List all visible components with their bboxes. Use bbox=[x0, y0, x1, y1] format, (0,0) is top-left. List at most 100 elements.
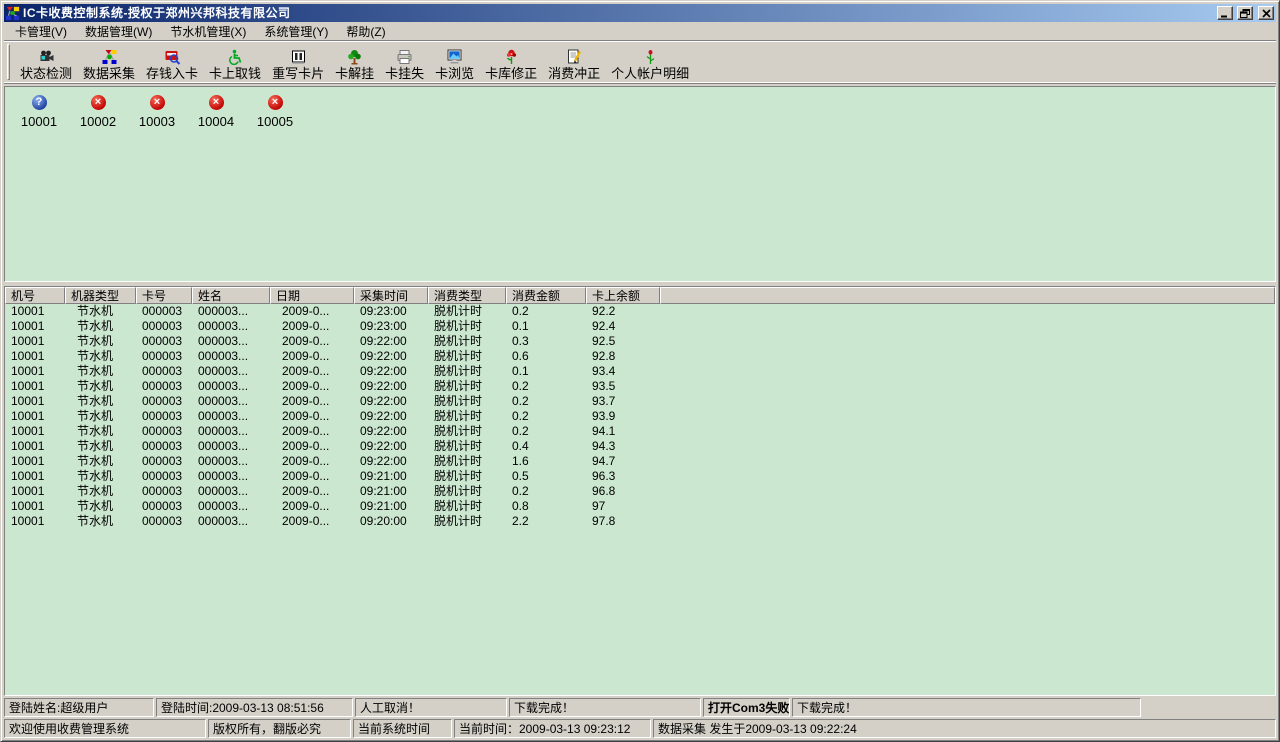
table-row[interactable]: 10001 节水机 000003 000003... 2009-0... 09:… bbox=[5, 424, 1275, 439]
cell-filler bbox=[660, 349, 1275, 364]
table-row[interactable]: 10001 节水机 000003 000003... 2009-0... 09:… bbox=[5, 439, 1275, 454]
header-cell-consume-type[interactable]: 消费类型 bbox=[428, 287, 506, 304]
menu-item[interactable]: 卡管理(V) bbox=[6, 21, 76, 42]
toolbar-button[interactable]: 个人帐户明细 bbox=[606, 42, 694, 82]
cell-consume-amount: 0.5 bbox=[506, 469, 586, 484]
device-status-icon bbox=[150, 95, 165, 110]
cell-card-balance: 93.9 bbox=[586, 409, 660, 424]
toolbar-button[interactable]: 消费冲正 bbox=[543, 42, 605, 82]
cell-consume-type: 脱机计时 bbox=[428, 409, 506, 424]
cell-machine-no: 10001 bbox=[5, 364, 65, 379]
toolbar-button[interactable]: 重写卡片 bbox=[267, 42, 329, 82]
table-row[interactable]: 10001 节水机 000003 000003... 2009-0... 09:… bbox=[5, 349, 1275, 364]
cell-date: 2009-0... bbox=[270, 334, 354, 349]
cell-date: 2009-0... bbox=[270, 319, 354, 334]
toolbar-button[interactable]: 卡上取钱 bbox=[204, 42, 266, 82]
table-row[interactable]: 10001 节水机 000003 000003... 2009-0... 09:… bbox=[5, 334, 1275, 349]
cell-machine-no: 10001 bbox=[5, 469, 65, 484]
status-panel: 当前系统时间 bbox=[353, 719, 452, 738]
restore-button[interactable] bbox=[1237, 6, 1253, 20]
menu-item[interactable]: 数据管理(W) bbox=[76, 21, 161, 42]
cell-name: 000003... bbox=[192, 334, 270, 349]
cell-consume-amount: 0.3 bbox=[506, 334, 586, 349]
cell-consume-type: 脱机计时 bbox=[428, 364, 506, 379]
header-cell-name[interactable]: 姓名 bbox=[192, 287, 270, 304]
toolbar-button[interactable]: 卡解挂 bbox=[330, 42, 379, 82]
cell-machine-type: 节水机 bbox=[65, 304, 136, 319]
cell-collect-time: 09:22:00 bbox=[354, 424, 428, 439]
toolbar-button-label: 卡上取钱 bbox=[209, 67, 261, 81]
header-cell-card-no[interactable]: 卡号 bbox=[136, 287, 192, 304]
cell-machine-type: 节水机 bbox=[65, 499, 136, 514]
cell-card-balance: 97 bbox=[586, 499, 660, 514]
device-status-icon bbox=[209, 95, 224, 110]
device-item[interactable]: 10003 bbox=[129, 95, 185, 129]
printer-icon bbox=[396, 48, 414, 65]
device-item[interactable]: 10005 bbox=[247, 95, 303, 129]
cell-consume-type: 脱机计时 bbox=[428, 514, 506, 529]
cell-machine-no: 10001 bbox=[5, 514, 65, 529]
header-cell-date[interactable]: 日期 bbox=[270, 287, 354, 304]
table-row[interactable]: 10001 节水机 000003 000003... 2009-0... 09:… bbox=[5, 484, 1275, 499]
status-panel: 欢迎使用收费管理系统 bbox=[4, 719, 206, 738]
table-row[interactable]: 10001 节水机 000003 000003... 2009-0... 09:… bbox=[5, 304, 1275, 319]
cell-name: 000003... bbox=[192, 424, 270, 439]
card-reader-icon bbox=[163, 48, 181, 65]
table-row[interactable]: 10001 节水机 000003 000003... 2009-0... 09:… bbox=[5, 514, 1275, 529]
cell-card-no: 000003 bbox=[136, 364, 192, 379]
cell-card-no: 000003 bbox=[136, 349, 192, 364]
header-cell-collect-time[interactable]: 采集时间 bbox=[354, 287, 428, 304]
table-row[interactable]: 10001 节水机 000003 000003... 2009-0... 09:… bbox=[5, 499, 1275, 514]
toolbar-button[interactable]: 卡挂失 bbox=[380, 42, 429, 82]
device-item[interactable]: 10001 bbox=[11, 95, 67, 129]
cell-date: 2009-0... bbox=[270, 499, 354, 514]
menu-item[interactable]: 系统管理(Y) bbox=[255, 21, 337, 42]
menu-item[interactable]: 帮助(Z) bbox=[337, 21, 394, 42]
table-row[interactable]: 10001 节水机 000003 000003... 2009-0... 09:… bbox=[5, 364, 1275, 379]
close-button[interactable] bbox=[1258, 6, 1274, 20]
edit-document-icon bbox=[565, 48, 583, 65]
header-cell-consume-amount[interactable]: 消费金额 bbox=[506, 287, 586, 304]
cell-machine-type: 节水机 bbox=[65, 349, 136, 364]
cell-card-no: 000003 bbox=[136, 319, 192, 334]
device-item[interactable]: 10002 bbox=[70, 95, 126, 129]
toolbar-button[interactable]: 数据采集 bbox=[78, 42, 140, 82]
statusbar-top: 登陆姓名:超级用户 登陆时间:2009-03-13 08:51:56 人工取消！… bbox=[4, 698, 1276, 717]
table-row[interactable]: 10001 节水机 000003 000003... 2009-0... 09:… bbox=[5, 394, 1275, 409]
cell-machine-no: 10001 bbox=[5, 484, 65, 499]
table-row[interactable]: 10001 节水机 000003 000003... 2009-0... 09:… bbox=[5, 319, 1275, 334]
cell-collect-time: 09:21:00 bbox=[354, 484, 428, 499]
cell-machine-type: 节水机 bbox=[65, 364, 136, 379]
toolbar-button[interactable]: 存钱入卡 bbox=[141, 42, 203, 82]
cell-name: 000003... bbox=[192, 454, 270, 469]
table-row[interactable]: 10001 节水机 000003 000003... 2009-0... 09:… bbox=[5, 379, 1275, 394]
cell-name: 000003... bbox=[192, 394, 270, 409]
toolbar-button-label: 个人帐户明细 bbox=[611, 67, 689, 81]
table-row[interactable]: 10001 节水机 000003 000003... 2009-0... 09:… bbox=[5, 454, 1275, 469]
cell-consume-type: 脱机计时 bbox=[428, 424, 506, 439]
toolbar-button-label: 数据采集 bbox=[83, 67, 135, 81]
toolbar-button[interactable]: 状态检测 bbox=[15, 42, 77, 82]
menu-item[interactable]: 节水机管理(X) bbox=[161, 21, 255, 42]
cell-name: 000003... bbox=[192, 484, 270, 499]
cell-machine-type: 节水机 bbox=[65, 409, 136, 424]
cell-machine-no: 10001 bbox=[5, 409, 65, 424]
device-item[interactable]: 10004 bbox=[188, 95, 244, 129]
header-cell-machine-type[interactable]: 机器类型 bbox=[65, 287, 136, 304]
table-header-row: 机号 机器类型 卡号 姓名 日期 采集时间 消费类型 消费金额 卡上余额 bbox=[5, 287, 1275, 304]
minimize-button[interactable] bbox=[1217, 6, 1233, 20]
cell-machine-no: 10001 bbox=[5, 454, 65, 469]
toolbar-button-label: 重写卡片 bbox=[272, 67, 324, 81]
header-cell-filler bbox=[660, 287, 1275, 304]
toolbar-grip-handle[interactable] bbox=[7, 44, 10, 80]
table-row[interactable]: 10001 节水机 000003 000003... 2009-0... 09:… bbox=[5, 469, 1275, 484]
header-cell-machine-no[interactable]: 机号 bbox=[5, 287, 65, 304]
cell-card-no: 000003 bbox=[136, 469, 192, 484]
toolbar-button[interactable]: 卡浏览 bbox=[430, 42, 479, 82]
device-id-label: 10001 bbox=[21, 114, 57, 129]
header-cell-card-balance[interactable]: 卡上余额 bbox=[586, 287, 660, 304]
toolbar-button[interactable]: 卡库修正 bbox=[480, 42, 542, 82]
status-panel: 人工取消！ bbox=[355, 698, 507, 717]
table-row[interactable]: 10001 节水机 000003 000003... 2009-0... 09:… bbox=[5, 409, 1275, 424]
cell-date: 2009-0... bbox=[270, 379, 354, 394]
